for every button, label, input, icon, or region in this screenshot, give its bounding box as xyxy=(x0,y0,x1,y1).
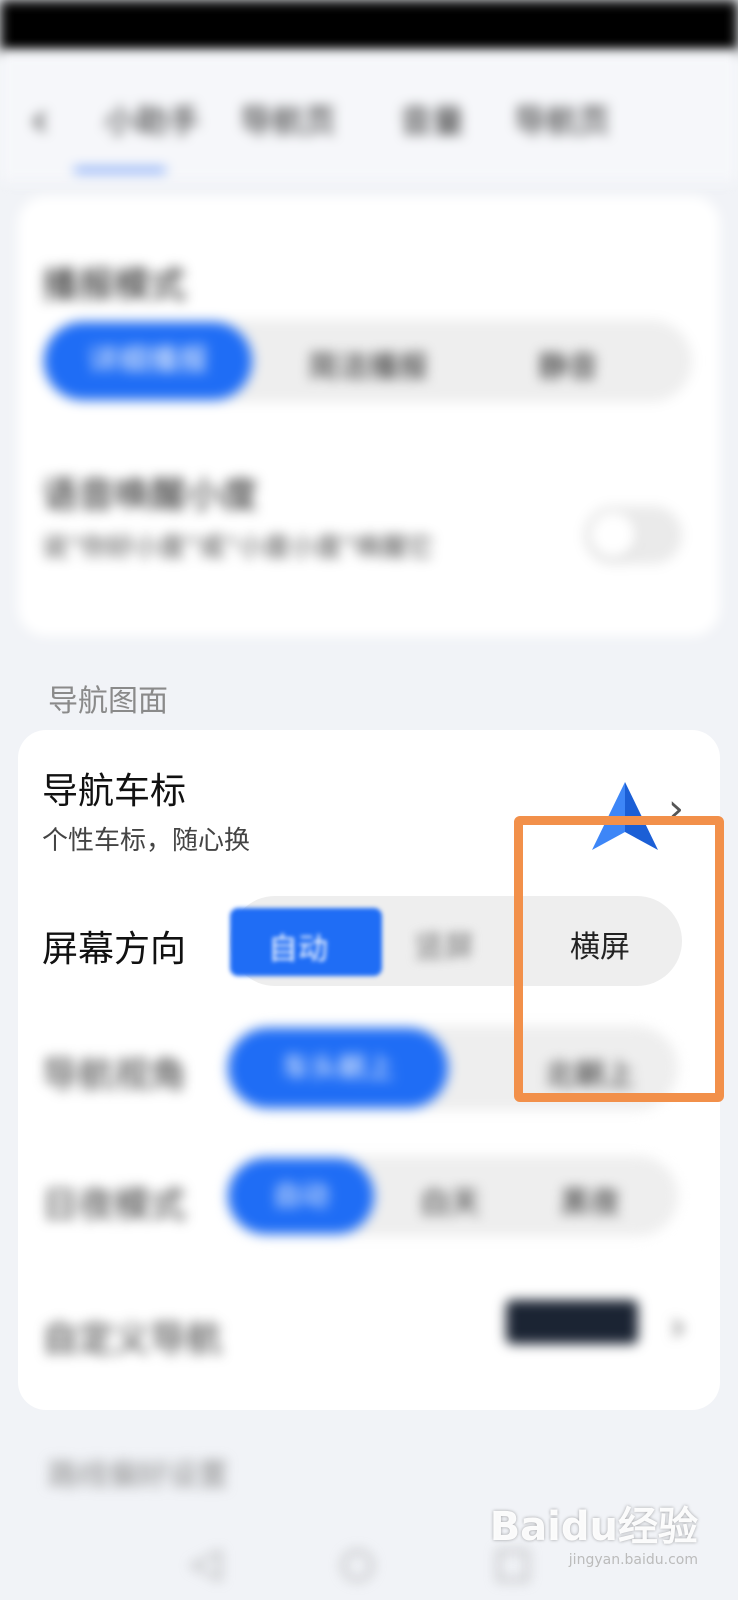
status-bar xyxy=(0,0,738,52)
day-night-label: 日夜模式 xyxy=(42,1185,187,1226)
chevron-right-icon[interactable]: › xyxy=(670,1304,686,1350)
tab-nav-page-2[interactable]: 导航页 xyxy=(514,96,610,142)
voice-wake-description: 说“你好小度”或“小度小度”唤醒它 xyxy=(42,533,434,563)
north-mode-label: 导航视角 xyxy=(42,1055,187,1096)
day-night-option-auto[interactable]: 自动 xyxy=(228,1158,374,1234)
header: ‹ 小助手 导航页 音量 导航页 xyxy=(0,52,738,182)
tab-volume[interactable]: 音量 xyxy=(400,96,464,142)
broadcast-mode-label: 播报模式 xyxy=(42,265,187,306)
nav-back-icon[interactable]: ◁ xyxy=(190,1540,221,1586)
custom-skin-label: 自定义导航 xyxy=(42,1319,223,1360)
north-mode-option-heading-up[interactable]: 车头朝上 xyxy=(228,1028,448,1108)
section-title-nav-view: 导航图面 xyxy=(48,684,168,719)
highlight-annotation-box xyxy=(514,816,724,1102)
car-icon-description: 个性车标，随心换 xyxy=(42,826,251,856)
car-icon-label: 导航车标 xyxy=(42,771,187,812)
day-night-option-day[interactable]: 白天 xyxy=(400,1178,500,1222)
voice-settings-card: 播报模式 详细播报 简洁播报 静音 语音唤醒小度 说“你好小度”或“小度小度”唤… xyxy=(18,196,720,636)
broadcast-option-mute[interactable]: 静音 xyxy=(498,342,638,386)
screen-orientation-label: 屏幕方向 xyxy=(42,929,187,970)
broadcast-option-detailed[interactable]: 详细播报 xyxy=(44,322,252,400)
orientation-option-portrait[interactable]: 竖屏 xyxy=(414,918,488,966)
voice-wake-toggle[interactable] xyxy=(584,506,682,564)
nav-home-icon[interactable]: ○ xyxy=(340,1540,375,1586)
voice-wake-label: 语音唤醒小度 xyxy=(42,475,259,516)
baidu-watermark: Baidu经验 jingyan.baidu.com xyxy=(489,1504,698,1568)
section-title-route: 路线偏好设置 xyxy=(48,1458,228,1493)
skin-preview-image[interactable] xyxy=(506,1300,638,1344)
day-night-option-night[interactable]: 黑夜 xyxy=(540,1178,640,1222)
orientation-option-auto[interactable]: 自动 xyxy=(230,908,382,976)
active-tab-indicator xyxy=(74,168,166,172)
tab-nav-page[interactable]: 导航页 xyxy=(240,96,336,142)
back-arrow-icon[interactable]: ‹ xyxy=(30,92,49,148)
tab-assistant[interactable]: 小助手 xyxy=(104,96,200,142)
broadcast-option-brief[interactable]: 简洁播报 xyxy=(278,342,458,386)
